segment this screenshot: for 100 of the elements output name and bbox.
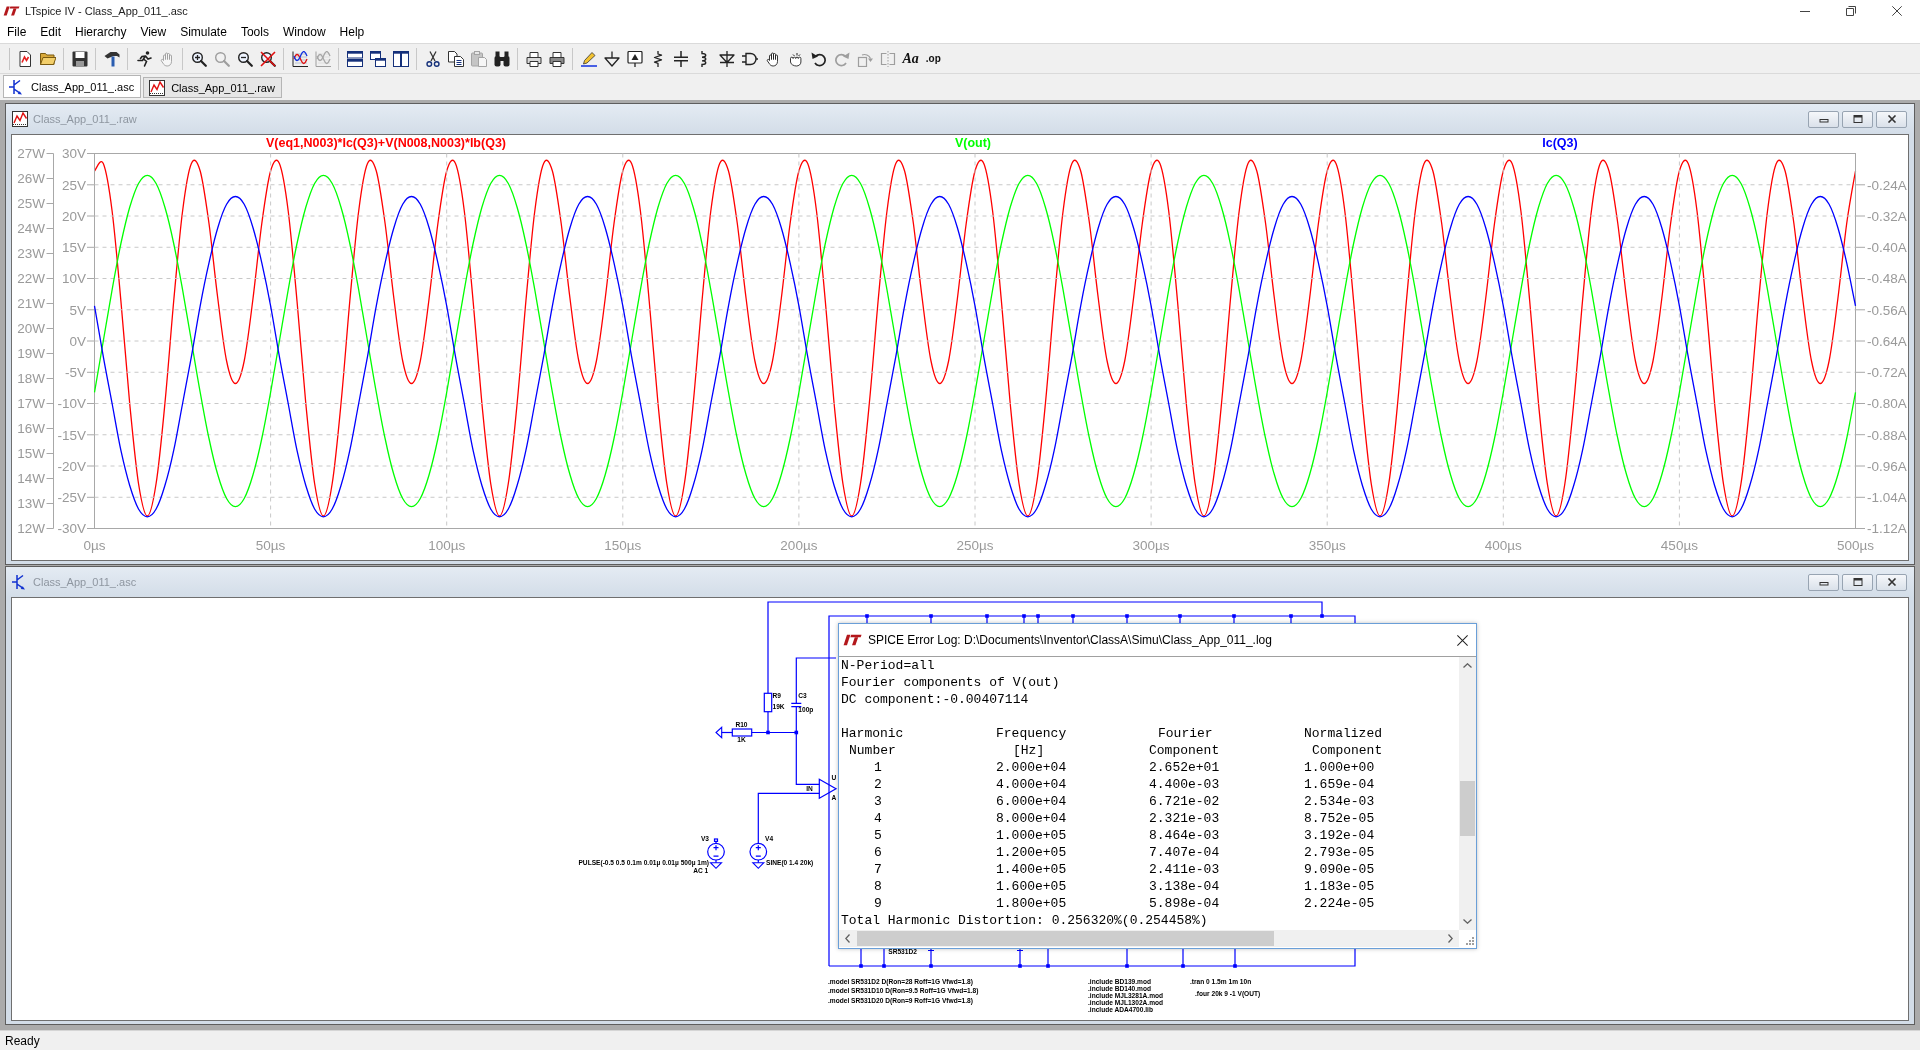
- binoculars-icon[interactable]: [493, 50, 510, 67]
- scrollbar-thumb[interactable]: [857, 931, 1274, 946]
- capacitor-icon[interactable]: [672, 50, 689, 67]
- diode-icon[interactable]: [718, 50, 735, 67]
- axis-tick-label: 20W: [17, 321, 45, 337]
- axis-tick-label: -0.40A: [1867, 240, 1907, 256]
- menu-item[interactable]: Simulate: [180, 25, 227, 40]
- waveform-icon: [12, 111, 28, 127]
- hammer-icon[interactable]: [103, 50, 120, 67]
- axis-tick-label: -5V: [65, 365, 86, 381]
- axis-tick-label: 100µs: [428, 537, 466, 553]
- axis-tick-label: 17W: [17, 396, 45, 412]
- horizontal-scrollbar[interactable]: [839, 930, 1459, 947]
- table-cell: 6.000e+04: [996, 793, 1067, 810]
- scrollbar-thumb[interactable]: [1460, 781, 1475, 836]
- restore-icon[interactable]: [1846, 6, 1856, 16]
- two-documents-icon[interactable]: [447, 50, 464, 67]
- zoom-in-icon[interactable]: [190, 50, 207, 67]
- axis-tick-label: 0µs: [83, 537, 106, 553]
- table-cell: 9: [874, 895, 882, 912]
- undo-arrow-icon[interactable]: [810, 50, 827, 67]
- restore-icon: [1852, 115, 1863, 123]
- table-cell: 1.800e+05: [996, 895, 1067, 912]
- menu-item[interactable]: Edit: [40, 25, 62, 40]
- logic-gate-icon[interactable]: [741, 50, 758, 67]
- cascade-windows-icon[interactable]: [369, 50, 386, 67]
- table-cell: 1.400e+05: [996, 861, 1067, 878]
- side-by-side-windows-icon[interactable]: [392, 50, 409, 67]
- signboard-icon[interactable]: [626, 50, 643, 67]
- menu-item[interactable]: View: [140, 25, 167, 40]
- chevron-up-icon[interactable]: [1463, 663, 1472, 668]
- chevron-down-icon[interactable]: [1463, 919, 1472, 924]
- menu-item[interactable]: Tools: [240, 25, 269, 40]
- hand-icon[interactable]: [764, 50, 781, 67]
- close-icon[interactable]: [1457, 634, 1468, 646]
- text-tool-button[interactable]: Aa: [902, 51, 919, 66]
- column-header: Frequency: [996, 725, 1067, 742]
- zoom-out-icon[interactable]: [236, 50, 253, 67]
- axis-tick-label: 300µs: [1132, 537, 1170, 553]
- magnifier-cross-icon[interactable]: [259, 50, 276, 67]
- axis-tick-label: 150µs: [604, 537, 642, 553]
- axis-tick-label: -0.80A: [1867, 396, 1907, 412]
- axis-tick-label: 24W: [17, 221, 45, 237]
- directive-button[interactable]: .op: [925, 51, 941, 66]
- menu-item[interactable]: File: [7, 25, 27, 40]
- axis-tick-label: -1.04A: [1867, 490, 1907, 506]
- printer-icon[interactable]: [548, 50, 565, 67]
- pencil-icon[interactable]: [580, 50, 597, 67]
- column-header: Component: [1149, 742, 1220, 759]
- column-header: Number: [849, 742, 896, 759]
- column-header: Fourier: [1158, 725, 1213, 742]
- wire: [757, 792, 820, 844]
- axis-tick-label: 500µs: [1836, 537, 1875, 553]
- column-header: [Hz]: [1013, 742, 1045, 759]
- axis-tick-label: 25V: [61, 177, 86, 193]
- stacked-windows-icon[interactable]: [346, 50, 363, 67]
- resize-grip-icon[interactable]: [1466, 937, 1474, 945]
- chevron-right-icon[interactable]: [1448, 934, 1453, 943]
- waveform-icon[interactable]: [291, 50, 308, 67]
- close-icon[interactable]: [1892, 6, 1902, 16]
- vertical-scrollbar[interactable]: [1459, 657, 1476, 930]
- closed-hand-icon[interactable]: [787, 50, 804, 67]
- table-cell: 8.464e-03: [1149, 827, 1220, 844]
- document-tab[interactable]: Class_App_011_.raw: [143, 77, 282, 98]
- axis-tick-label: 27W: [17, 146, 45, 162]
- menu-item[interactable]: Help: [339, 25, 365, 40]
- table-cell: 2.652e+01: [1149, 759, 1220, 776]
- document-tab[interactable]: Class_App_011_.asc: [3, 75, 142, 98]
- table-cell: 3: [874, 793, 882, 810]
- axis-tick-label: -0.96A: [1867, 458, 1907, 474]
- close-button[interactable]: [1876, 110, 1907, 128]
- restore-button[interactable]: [1842, 110, 1873, 128]
- voltage-source-symbol: [749, 842, 768, 864]
- table-cell: 6.721e-02: [1149, 793, 1220, 810]
- axis-tick-label: -0.64A: [1867, 333, 1907, 349]
- axis-tick-label: 14W: [17, 471, 45, 487]
- axis-tick-label: -0.48A: [1867, 271, 1907, 287]
- app-logo-icon: [3, 6, 20, 16]
- folder-icon[interactable]: [39, 50, 56, 67]
- axis-tick-label: 30V: [61, 146, 86, 162]
- table-cell: 4.000e+04: [996, 776, 1067, 793]
- capacitor-symbol: [790, 702, 802, 708]
- axis-tick-label: 18W: [17, 371, 45, 387]
- menu-item[interactable]: Window: [282, 25, 326, 40]
- axis-tick-label: 350µs: [1308, 537, 1346, 553]
- ground-symbol-icon[interactable]: [603, 50, 620, 67]
- chevron-left-icon[interactable]: [845, 934, 850, 943]
- restore-button[interactable]: [1842, 573, 1873, 591]
- running-figure-icon[interactable]: [135, 50, 152, 67]
- table-cell: 7: [874, 861, 882, 878]
- close-button[interactable]: [1876, 573, 1907, 591]
- resistor-symbol: [731, 728, 753, 737]
- scissors-icon[interactable]: [424, 50, 441, 67]
- menu-item[interactable]: Hierarchy: [75, 25, 127, 40]
- table-cell: 2.411e-03: [1149, 861, 1220, 878]
- printer-icon[interactable]: [525, 50, 542, 67]
- table-cell: 8: [874, 878, 882, 895]
- document-icon[interactable]: [16, 50, 33, 67]
- table-cell: 2.321e-03: [1149, 810, 1220, 827]
- minimize-icon[interactable]: [1800, 10, 1810, 12]
